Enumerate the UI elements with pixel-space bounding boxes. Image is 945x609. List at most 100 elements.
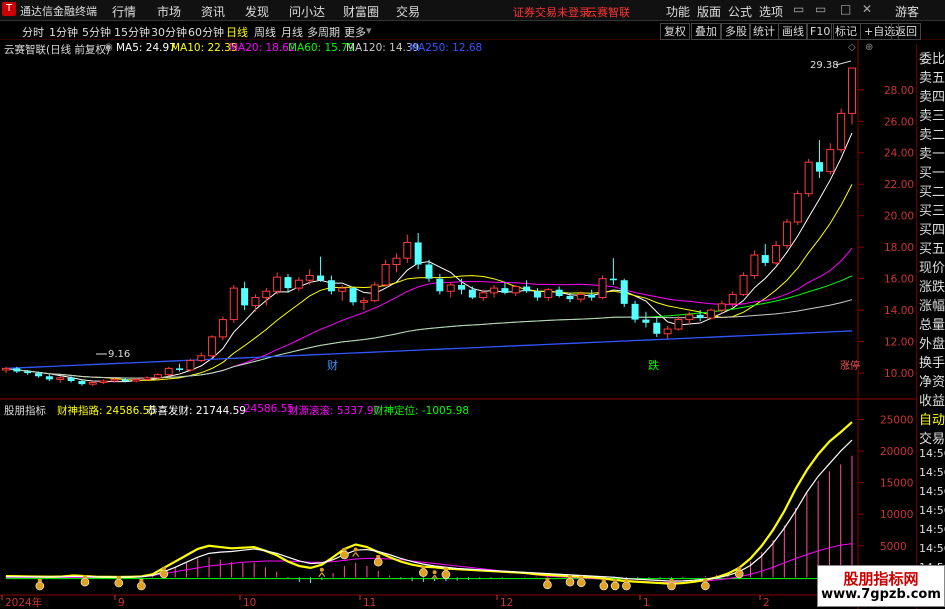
y-tick-label: 16.00	[884, 274, 914, 286]
event-mark-3[interactable]: 涨停	[840, 359, 860, 372]
candle-body	[523, 286, 531, 292]
y-tick-label: 28.00	[884, 85, 914, 97]
side-panel-item: 收益	[919, 394, 945, 409]
candle-body	[653, 322, 661, 334]
candle-body	[479, 292, 488, 299]
x-tick-label: 11	[363, 597, 376, 609]
candle-body	[78, 380, 86, 385]
candle-body	[229, 287, 238, 321]
side-panel-item: 卖二	[919, 128, 945, 143]
candle-body	[143, 377, 151, 380]
candle-body	[501, 288, 509, 293]
stock-charts[interactable]: 10.00 12.00 14.00 16.00 18.00 20.00 22.00 24.00…	[0, 0, 916, 609]
ind-line-white	[5, 439, 853, 582]
x-tick-label: 9	[118, 597, 125, 609]
side-panel-item: 14:56	[919, 447, 945, 460]
candle-body	[696, 314, 704, 319]
candle-body	[728, 293, 737, 305]
candle-body	[208, 336, 217, 357]
event-mark-1[interactable]: 财	[327, 358, 338, 372]
ind-y-tick-label: 15000	[880, 478, 913, 490]
candle-body	[338, 287, 347, 292]
side-panel-item: 净资	[919, 375, 945, 390]
candle-body	[533, 291, 541, 298]
candle-body	[110, 378, 119, 382]
candle-body	[164, 367, 173, 376]
y-tick-label: 18.00	[884, 242, 914, 254]
candle-body	[262, 290, 271, 299]
side-panel-item: 涨跌	[919, 280, 945, 295]
candle-body	[490, 287, 499, 294]
candle-body	[793, 193, 802, 223]
candle-body	[273, 276, 282, 292]
event-mark-2[interactable]: 跌	[648, 358, 659, 372]
candle-body	[305, 275, 314, 281]
candle-body	[218, 319, 227, 338]
candle-body	[588, 294, 596, 298]
side-panel-item[interactable]: 自动	[919, 409, 945, 428]
x-tick-label: 10	[243, 597, 256, 609]
candle-body	[609, 278, 617, 281]
candle-body	[468, 289, 476, 298]
candle-body	[24, 371, 32, 374]
candle-body	[555, 289, 563, 296]
side-panel-item: 涨幅	[919, 299, 945, 314]
ind-line-yellow	[5, 421, 853, 585]
candle-body	[815, 162, 823, 172]
candle-body	[403, 241, 412, 259]
ind-y-tick-label: 25000	[880, 414, 913, 426]
side-panel-item: 委比	[919, 52, 945, 67]
side-panel-item: 卖四	[919, 90, 945, 105]
ma-line	[5, 184, 853, 381]
side-panel-item: 14:56	[919, 523, 945, 536]
candle-body	[631, 303, 639, 320]
candle-body	[45, 376, 53, 380]
candle-body	[642, 319, 650, 323]
candle-body	[663, 328, 672, 335]
candle-body	[381, 264, 390, 286]
candle-body	[197, 355, 206, 362]
candle-body	[56, 377, 65, 380]
high-price-label: 29.38	[810, 60, 839, 71]
candle-body	[598, 278, 607, 299]
ma250-line	[5, 330, 853, 370]
candle-body	[566, 295, 574, 300]
candle-body	[67, 377, 75, 381]
side-panel-item: 卖五	[919, 71, 945, 86]
candle-body	[370, 284, 379, 302]
candle-body	[176, 368, 184, 370]
candle-body	[251, 297, 260, 306]
candle-body	[576, 293, 585, 300]
ind-y-tick-label: 20000	[880, 446, 913, 458]
side-panel-item[interactable]: 交易	[919, 428, 945, 447]
side-panel-item: 换手	[919, 356, 945, 371]
money-bag-icon	[599, 579, 609, 591]
candle-body	[359, 300, 368, 303]
ind-y-tick-label: 10000	[880, 509, 913, 521]
side-panel-item: 14:56	[919, 504, 945, 517]
side-panel-item: 14:56	[919, 542, 945, 555]
candle-body	[241, 288, 249, 306]
candle-body	[620, 280, 628, 304]
candle-body	[121, 379, 129, 381]
side-panel-item: 现价	[919, 261, 945, 276]
candle-body	[826, 149, 835, 173]
site-watermark: 股朋指标网 www.7gpzb.com	[817, 565, 945, 607]
y-tick-label: 20.00	[884, 211, 914, 223]
candle-body	[772, 245, 781, 264]
ind-y-tick-label: 5000	[880, 541, 907, 553]
y-tick-label: 14.00	[884, 305, 914, 317]
side-panel-item: 买五	[919, 242, 945, 257]
side-panel-item: 买四	[919, 223, 945, 238]
candle-body	[750, 254, 759, 277]
candle-body	[132, 378, 141, 382]
candle-body	[35, 373, 43, 377]
candle-body	[685, 314, 694, 321]
candle-body	[717, 303, 726, 311]
candle-body	[707, 309, 715, 319]
candle-body	[13, 368, 21, 372]
candle-body	[153, 374, 162, 379]
candle-body	[804, 161, 813, 195]
candle-body	[88, 382, 97, 385]
candle-body	[349, 288, 357, 303]
